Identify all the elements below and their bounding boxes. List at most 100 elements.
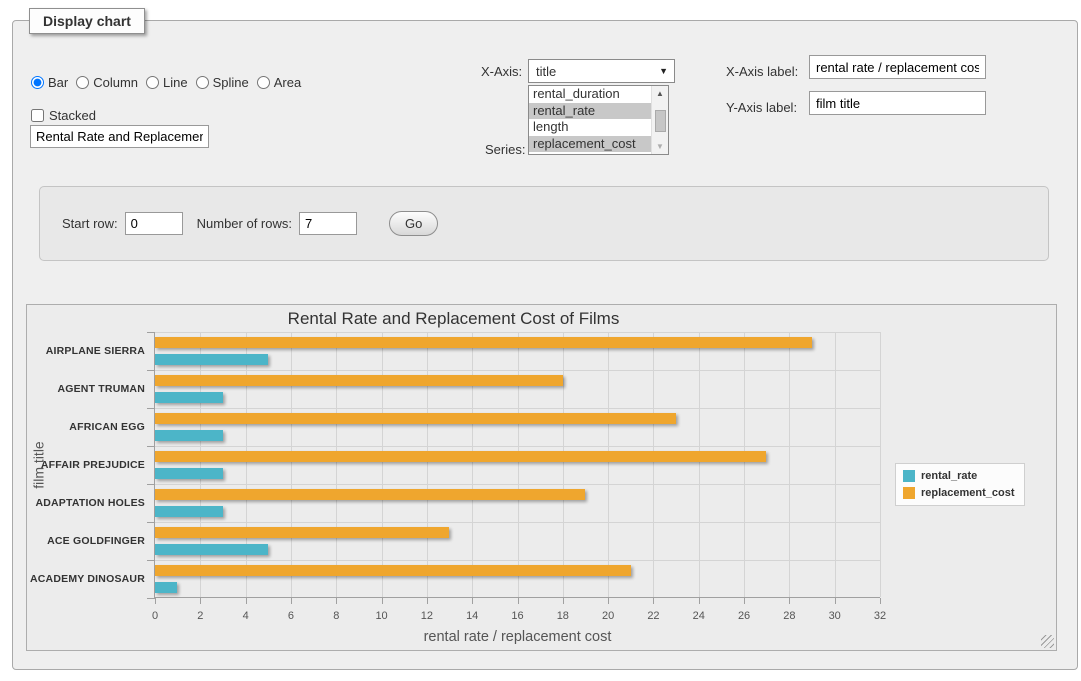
scrollbar-thumb[interactable] <box>655 110 666 132</box>
x-axis-tick <box>200 598 201 604</box>
category-label: AIRPLANE SIERRA <box>46 345 145 357</box>
xaxis-selected-value: title <box>536 64 556 79</box>
x-axis-tick-label: 20 <box>602 610 614 622</box>
x-axis-tick <box>291 598 292 604</box>
display-chart-fieldset: Display chart BarColumnLineSplineArea St… <box>12 20 1078 670</box>
chart-type-radio-input-spline[interactable] <box>196 76 209 89</box>
series-option-rental_rate[interactable]: rental_rate <box>529 103 651 120</box>
x-axis-tick-label: 10 <box>375 610 387 622</box>
category-row: AGENT TRUMAN <box>155 370 880 408</box>
x-axis-tick <box>155 598 156 604</box>
chart-type-radio-input-bar[interactable] <box>31 76 44 89</box>
x-axis-tick-label: 26 <box>738 610 750 622</box>
bar-rental_rate <box>155 506 223 517</box>
y-axis-tick <box>147 446 155 447</box>
chart-type-radio-input-area[interactable] <box>257 76 270 89</box>
y-axis-tick <box>147 522 155 523</box>
x-axis-tick-label: 32 <box>874 610 886 622</box>
x-axis-tick <box>246 598 247 604</box>
gridline-vertical <box>880 332 881 597</box>
fieldset-legend-title: Display chart <box>29 8 145 34</box>
series-option-rental_duration[interactable]: rental_duration <box>529 86 651 103</box>
x-axis-tick <box>608 598 609 604</box>
series-option-replacement_cost[interactable]: replacement_cost <box>529 136 651 153</box>
xaxis-label-input[interactable] <box>809 55 986 79</box>
x-axis-tick-label: 16 <box>511 610 523 622</box>
category-label: AFRICAN EGG <box>69 421 145 433</box>
xaxis-select-label: X-Axis: <box>481 64 522 79</box>
x-axis-title: rental rate / replacement cost <box>424 629 612 645</box>
stacked-label: Stacked <box>49 108 96 123</box>
stacked-checkbox[interactable] <box>31 109 44 122</box>
x-axis-tick <box>789 598 790 604</box>
series-scrollbar[interactable]: ▲ ▼ <box>651 86 668 154</box>
num-rows-input[interactable] <box>299 212 357 235</box>
yaxis-label-input[interactable] <box>809 91 986 115</box>
chart-type-radio-area[interactable]: Area <box>257 75 301 90</box>
bar-replacement_cost <box>155 489 585 500</box>
xaxis-select[interactable]: title ▼ <box>528 59 675 83</box>
bar-replacement_cost <box>155 337 812 348</box>
yaxis-label-field-label: Y-Axis label: <box>726 100 797 115</box>
y-axis-tick <box>147 408 155 409</box>
y-axis-tick <box>147 598 155 599</box>
legend-item-replacement_cost[interactable]: replacement_cost <box>903 487 1015 499</box>
bar-rental_rate <box>155 468 223 479</box>
legend-item-rental_rate[interactable]: rental_rate <box>903 470 1015 482</box>
series-multiselect[interactable]: rental_durationrental_ratelengthreplacem… <box>528 85 669 155</box>
chart-type-radio-spline[interactable]: Spline <box>196 75 249 90</box>
category-label: ACADEMY DINOSAUR <box>30 573 145 585</box>
chart-title: Rental Rate and Replacement Cost of Film… <box>27 309 880 329</box>
bar-rental_rate <box>155 582 177 593</box>
x-axis-tick-label: 28 <box>783 610 795 622</box>
chart-type-radio-input-line[interactable] <box>146 76 159 89</box>
series-option-length[interactable]: length <box>529 119 651 136</box>
stacked-checkbox-row[interactable]: Stacked <box>31 108 96 123</box>
chart-title-input[interactable] <box>30 125 209 148</box>
chart-type-radio-column[interactable]: Column <box>76 75 138 90</box>
x-axis-tick-label: 30 <box>829 610 841 622</box>
bar-replacement_cost <box>155 527 449 538</box>
category-label: ADAPTATION HOLES <box>35 497 145 509</box>
bar-rental_rate <box>155 544 268 555</box>
chart-type-radio-input-column[interactable] <box>76 76 89 89</box>
chart-type-radio-line[interactable]: Line <box>146 75 188 90</box>
y-axis-tick <box>147 560 155 561</box>
bar-replacement_cost <box>155 413 676 424</box>
category-label: ACE GOLDFINGER <box>47 535 145 547</box>
x-axis-tick <box>563 598 564 604</box>
category-row: ADAPTATION HOLES <box>155 484 880 522</box>
x-axis-tick <box>744 598 745 604</box>
start-row-label: Start row: <box>62 216 118 231</box>
category-row: AIRPLANE SIERRA <box>155 332 880 370</box>
chart-type-radio-bar[interactable]: Bar <box>31 75 68 90</box>
y-axis-tick <box>147 332 155 333</box>
x-axis-tick-label: 6 <box>288 610 294 622</box>
bar-replacement_cost <box>155 451 766 462</box>
x-axis-tick <box>427 598 428 604</box>
x-axis-tick-label: 8 <box>333 610 339 622</box>
scroll-down-icon[interactable]: ▼ <box>652 139 669 154</box>
legend-swatch-icon <box>903 470 915 482</box>
x-axis-tick <box>835 598 836 604</box>
category-label: AFFAIR PREJUDICE <box>41 459 145 471</box>
chart-panel: Rental Rate and Replacement Cost of Film… <box>26 304 1057 651</box>
legend-label: replacement_cost <box>921 487 1015 499</box>
x-axis-tick-label: 12 <box>421 610 433 622</box>
bar-rental_rate <box>155 392 223 403</box>
resize-handle-icon[interactable] <box>1041 635 1054 648</box>
category-row: ACE GOLDFINGER <box>155 522 880 560</box>
start-row-input[interactable] <box>125 212 183 235</box>
x-axis-tick-label: 24 <box>693 610 705 622</box>
category-row: AFRICAN EGG <box>155 408 880 446</box>
x-axis-tick-label: 4 <box>243 610 249 622</box>
chart-legend: rental_rate replacement_cost <box>895 463 1025 506</box>
x-axis-tick <box>699 598 700 604</box>
go-button[interactable]: Go <box>389 211 438 236</box>
legend-swatch-icon <box>903 487 915 499</box>
series-list-label: Series: <box>485 142 525 157</box>
scroll-up-icon[interactable]: ▲ <box>652 86 669 101</box>
x-axis-tick <box>382 598 383 604</box>
category-row: AFFAIR PREJUDICE <box>155 446 880 484</box>
xaxis-label-field-label: X-Axis label: <box>726 64 798 79</box>
